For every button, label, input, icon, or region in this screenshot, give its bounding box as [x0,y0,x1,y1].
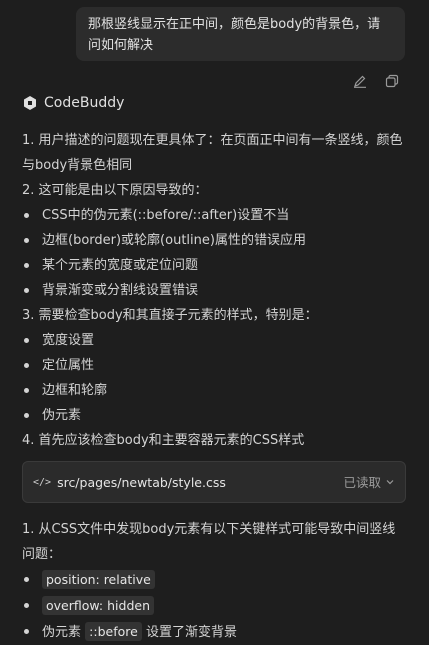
edit-icon[interactable] [351,72,369,90]
file-status: 已读取 [343,474,381,490]
message-actions [351,72,401,90]
bullet-item: CSS中的伪元素(::before/::after)设置不当 [22,203,406,228]
chevron-down-icon [385,470,395,495]
list-item: 1. 用户描述的问题现在更具体了：在页面正中间有一条竖线，颜色与body背景色相… [22,133,403,173]
list-item: 1. 从CSS文件中发现body元素有以下关键样式可能导致中间竖线问题： [22,522,396,562]
user-message-text: 那根竖线显示在正中间，颜色是body的背景色，请问如何解决 [88,17,381,53]
assistant-header: CodeBuddy [22,95,124,111]
file-path: src/pages/newtab/style.css [57,474,226,490]
bullet-text: 设置了渐变背景 [145,625,237,640]
bullet-item: 边框和轮廓 [22,378,406,403]
assistant-response: 1. 用户描述的问题现在更具体了：在页面正中间有一条竖线，颜色与body背景色相… [22,128,406,645]
inline-code: ::before [85,622,142,641]
bullet-item: 定位属性 [22,353,406,378]
bullet-item: 背景渐变或分割线设置错误 [22,278,406,303]
inline-code: overflow: hidden [42,596,154,615]
bullet-item: 边框(border)或轮廓(outline)属性的错误应用 [22,228,406,253]
codebuddy-logo [24,96,36,110]
bullet-item: 宽度设置 [22,328,406,353]
bullet-item: overflow: hidden [22,593,406,619]
bullet-item: position: relative [22,567,406,593]
list-item: 4. 首先应该检查body和主要容器元素的CSS样式 [22,433,305,448]
copy-icon[interactable] [383,72,401,90]
bullet-text: 伪元素 [42,625,82,640]
inline-code: position: relative [42,570,155,589]
assistant-name: CodeBuddy [44,95,125,111]
user-message-bubble: 那根竖线显示在正中间，颜色是body的背景色，请问如何解决 [76,7,405,61]
list-item: 3. 需要检查body和其直接子元素的样式，特别是： [22,308,318,323]
bullet-item: 伪元素 [22,403,406,428]
bullet-item: 某个元素的宽度或定位问题 [22,253,406,278]
bullet-item: 伪元素 ::before 设置了渐变背景 [22,619,406,645]
file-reference[interactable]: </> src/pages/newtab/style.css 已读取 [22,461,406,503]
code-icon: </> [33,476,52,488]
list-item: 2. 这可能是由以下原因导致的： [22,183,208,198]
